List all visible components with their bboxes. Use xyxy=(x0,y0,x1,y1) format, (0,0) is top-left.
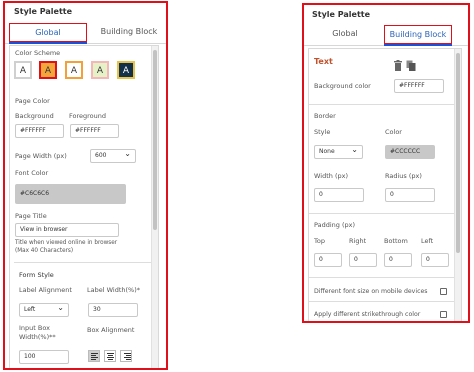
input-box-width-input[interactable]: 100 xyxy=(19,350,69,364)
page-title-input[interactable]: View in browser xyxy=(15,223,119,237)
color-scheme-label: Color Scheme xyxy=(15,49,61,57)
font-color-input[interactable]: #C6C6C6 xyxy=(15,184,126,204)
tab-building-block[interactable]: Building Block xyxy=(384,25,452,46)
padding-top-input[interactable]: 0 xyxy=(314,253,342,267)
padding-label: Padding (px) xyxy=(314,221,356,229)
form-style-label: Form Style xyxy=(19,271,54,279)
padding-bottom-label: Bottom xyxy=(384,237,408,245)
strikethrough-color-checkbox[interactable] xyxy=(440,311,447,318)
copy-icon[interactable] xyxy=(406,56,416,71)
global-settings-area: Color Scheme A A A A A Page Color Backgr… xyxy=(9,45,159,368)
page-color-label: Page Color xyxy=(15,97,50,105)
divider xyxy=(309,104,455,105)
tab-global[interactable]: Global xyxy=(9,23,87,44)
color-scheme-swatch-1[interactable]: A xyxy=(14,61,32,79)
padding-bottom-input[interactable]: 0 xyxy=(384,253,412,267)
background-color-input[interactable]: #FFFFFF xyxy=(15,124,64,138)
color-scheme-swatch-5[interactable]: A xyxy=(117,61,135,79)
scrollbar[interactable] xyxy=(151,46,158,368)
foreground-color-input[interactable]: #FFFFFF xyxy=(70,124,119,138)
scrollbar-thumb[interactable] xyxy=(456,53,460,253)
tab-global[interactable]: Global xyxy=(310,25,380,44)
font-color-label: Font Color xyxy=(15,169,49,177)
mobile-font-size-label: Different font size on mobile devices xyxy=(314,288,428,295)
align-center-icon[interactable] xyxy=(104,350,116,362)
divider xyxy=(14,262,158,263)
border-color-label: Color xyxy=(385,128,402,136)
tab-bar: Global Building Block xyxy=(5,23,166,44)
padding-right-label: Right xyxy=(349,237,367,245)
page-title-hint: Title when viewed online in browser xyxy=(15,240,118,246)
background-color-label: Background color xyxy=(314,82,371,90)
page-title-label: Page Title xyxy=(15,212,47,220)
label-width-label: Label Width(%)* xyxy=(87,286,140,294)
mobile-font-size-checkbox[interactable] xyxy=(440,288,447,295)
color-scheme-swatch-3[interactable]: A xyxy=(65,61,83,79)
color-scheme-swatches: A A A A A xyxy=(14,61,154,81)
divider xyxy=(309,277,455,278)
align-left-icon[interactable] xyxy=(88,350,100,362)
panel-title: Style Palette xyxy=(312,10,371,19)
divider xyxy=(309,213,455,214)
page-title-max-hint: (Max 40 Characters) xyxy=(15,248,74,254)
border-radius-label: Radius (px) xyxy=(385,172,422,180)
background-color-input[interactable]: #FFFFFF xyxy=(394,79,444,93)
label-width-input[interactable]: 30 xyxy=(88,303,138,317)
padding-left-input[interactable]: 0 xyxy=(421,253,449,267)
section-title: Text xyxy=(314,57,333,66)
border-width-label: Width (px) xyxy=(314,172,348,180)
padding-top-label: Top xyxy=(314,237,325,245)
input-box-width-label-line-2: Width(%)** xyxy=(19,333,56,341)
border-color-input[interactable]: #CCCCCC xyxy=(385,145,435,159)
foreground-label: Foreground xyxy=(69,112,107,120)
background-label: Background xyxy=(15,112,54,120)
divider xyxy=(309,301,455,302)
border-label: Border xyxy=(314,112,336,120)
scrollbar-thumb[interactable] xyxy=(153,50,157,230)
trash-icon[interactable] xyxy=(393,56,403,71)
border-radius-input[interactable]: 0 xyxy=(385,188,435,202)
color-scheme-swatch-2[interactable]: A xyxy=(39,61,57,79)
color-scheme-swatch-4[interactable]: A xyxy=(91,61,109,79)
strikethrough-color-label: Apply different strikethrough color xyxy=(314,311,421,318)
panel-title: Style Palette xyxy=(14,7,73,16)
tab-bar: Global Building Block xyxy=(304,25,468,46)
label-alignment-label: Label Alignment xyxy=(19,286,72,294)
border-style-label: Style xyxy=(314,128,331,136)
building-block-settings-area: Text Background color #FFFFFF Border Sty… xyxy=(308,48,462,321)
padding-right-input[interactable]: 0 xyxy=(349,253,377,267)
box-alignment-group xyxy=(88,350,138,364)
border-style-select[interactable]: None xyxy=(314,145,363,159)
page-width-label: Page Width (px) xyxy=(15,152,67,160)
box-alignment-label: Box Alignment xyxy=(87,326,135,334)
tab-building-block[interactable]: Building Block xyxy=(95,23,163,42)
border-width-input[interactable]: 0 xyxy=(314,188,364,202)
label-alignment-select[interactable]: Left xyxy=(19,303,69,317)
style-palette-building-block-panel: Style Palette Global Building Block Text… xyxy=(302,3,470,323)
align-right-icon[interactable] xyxy=(120,350,132,362)
style-palette-global-panel: Style Palette Global Building Block Colo… xyxy=(3,1,168,370)
page-width-select[interactable]: 600 xyxy=(90,149,136,163)
input-box-width-label: Input Box xyxy=(19,324,50,332)
scrollbar[interactable] xyxy=(454,49,461,321)
padding-left-label: Left xyxy=(421,237,434,245)
